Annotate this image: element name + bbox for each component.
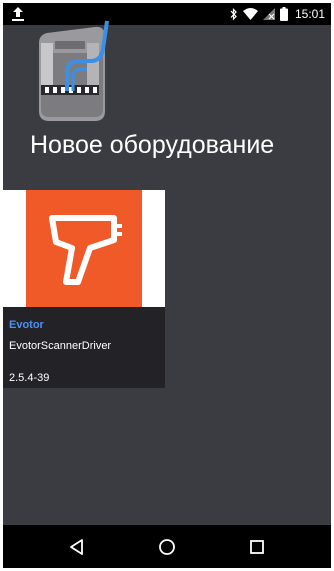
card-image — [3, 190, 165, 307]
card-version: 2.5.4-39 — [9, 372, 50, 384]
driver-card[interactable]: Evotor EvotorScannerDriver 2.5.4-39 — [3, 190, 165, 388]
home-icon[interactable] — [157, 537, 177, 557]
page-title: Новое оборудование — [30, 131, 275, 159]
no-signal-icon — [262, 8, 275, 20]
screen: 15:01 Новое оборудование Evotor EvotorSc… — [3, 3, 331, 568]
back-icon[interactable] — [67, 537, 87, 557]
wifi-icon — [242, 8, 258, 20]
card-icon-tile — [26, 190, 142, 307]
card-app-name: EvotorScannerDriver — [9, 340, 112, 352]
status-time: 15:01 — [294, 7, 325, 21]
navigation-bar — [3, 525, 331, 568]
bluetooth-icon — [230, 7, 237, 20]
battery-icon — [279, 7, 288, 21]
upload-icon — [12, 7, 24, 21]
scanner-device-illustration — [39, 20, 109, 121]
recents-icon[interactable] — [247, 537, 267, 557]
card-vendor: Evotor — [9, 319, 44, 331]
status-icons: 15:01 — [230, 3, 325, 25]
barcode-scanner-icon — [49, 215, 122, 285]
